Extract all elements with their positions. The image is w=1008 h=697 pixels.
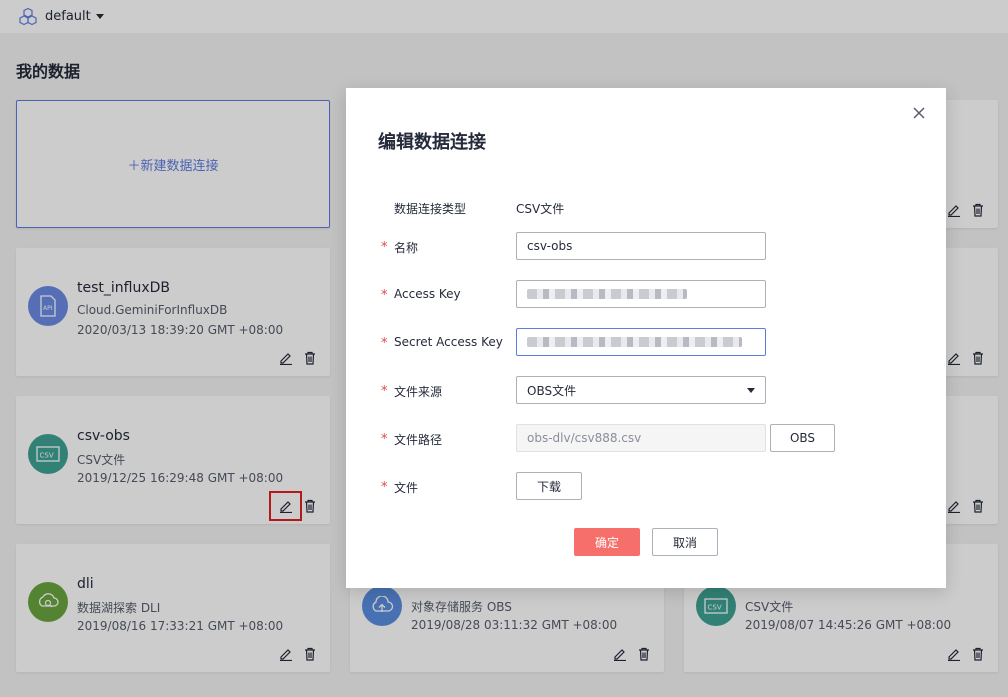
- file-source-row: * 文件来源 OBS文件: [346, 376, 946, 404]
- file-source-label: 文件来源: [394, 385, 443, 399]
- type-label: 数据连接类型: [394, 202, 467, 216]
- secret-key-label: Secret Access Key: [394, 335, 503, 349]
- masked-value: [527, 289, 687, 299]
- access-key-input[interactable]: [516, 280, 766, 308]
- type-value: CSV文件: [516, 202, 565, 216]
- required-mark: *: [381, 432, 388, 447]
- required-mark: *: [381, 384, 388, 399]
- masked-value: [527, 337, 742, 347]
- secret-key-row: * Secret Access Key: [346, 328, 946, 356]
- file-source-select[interactable]: OBS文件: [516, 376, 766, 404]
- required-mark: *: [381, 288, 388, 303]
- file-label: 文件: [394, 481, 419, 495]
- name-row: * 名称 csv-obs: [346, 232, 946, 260]
- name-input[interactable]: csv-obs: [516, 232, 766, 260]
- required-mark: *: [381, 480, 388, 495]
- cancel-button[interactable]: 取消: [652, 528, 718, 556]
- required-mark: *: [381, 336, 388, 351]
- secret-key-input[interactable]: [516, 328, 766, 356]
- file-path-label: 文件路径: [394, 433, 443, 447]
- obs-browse-button[interactable]: OBS: [770, 424, 835, 452]
- edit-connection-dialog: 编辑数据连接 数据连接类型 CSV文件 * 名称 csv-obs * Acces…: [346, 88, 946, 588]
- file-row: * 文件 下载: [346, 472, 946, 500]
- file-path-input: obs-dlv/csv888.csv: [516, 424, 766, 452]
- dialog-title: 编辑数据连接: [378, 132, 486, 153]
- access-key-label: Access Key: [394, 287, 461, 301]
- dropdown-arrow-icon: [747, 387, 755, 393]
- required-mark: *: [381, 240, 388, 255]
- name-label: 名称: [394, 241, 419, 255]
- access-key-row: * Access Key: [346, 280, 946, 308]
- file-path-row: * 文件路径 obs-dlv/csv888.csv OBS: [346, 424, 946, 452]
- confirm-button[interactable]: 确定: [574, 528, 640, 556]
- type-row: 数据连接类型 CSV文件: [346, 193, 946, 221]
- file-source-value: OBS文件: [527, 383, 577, 398]
- download-button[interactable]: 下载: [516, 472, 582, 500]
- close-icon[interactable]: [912, 106, 926, 120]
